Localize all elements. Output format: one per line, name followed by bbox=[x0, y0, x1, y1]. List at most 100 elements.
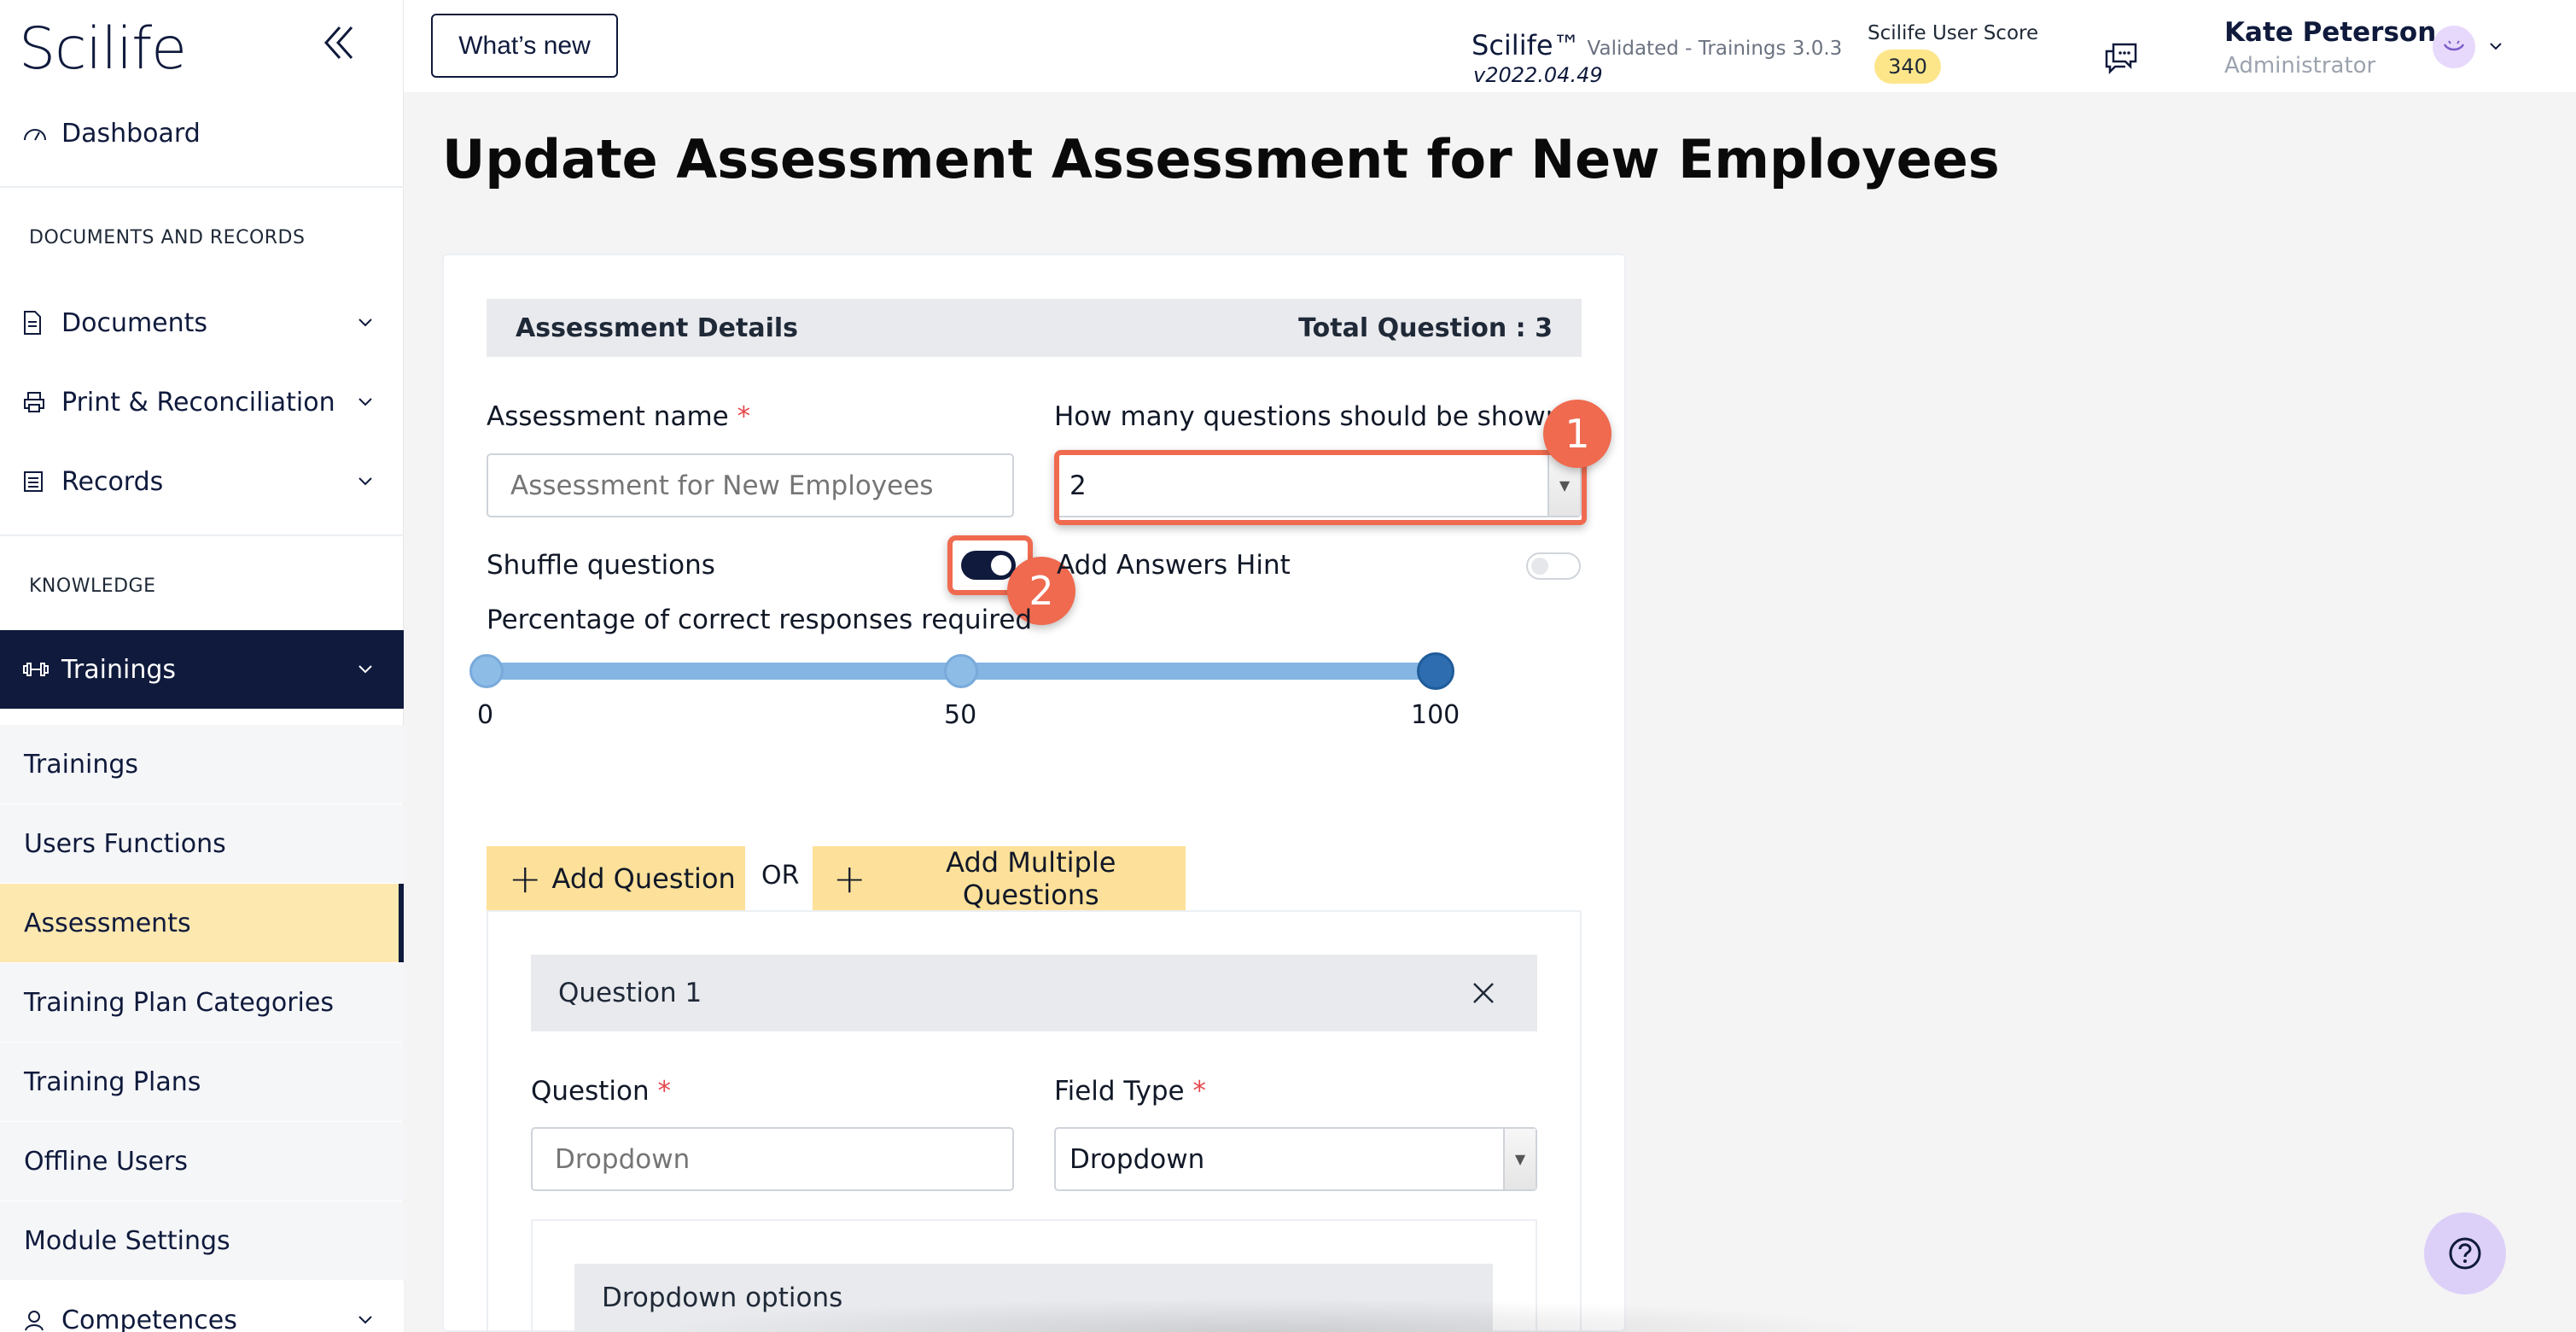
divider bbox=[0, 535, 404, 536]
section-label-documents: DOCUMENTS AND RECORDS bbox=[29, 227, 306, 248]
question-title: Question 1 bbox=[558, 978, 702, 1008]
section-label-knowledge: KNOWLEDGE bbox=[29, 575, 156, 597]
shuffle-questions-toggle[interactable] bbox=[961, 551, 1016, 580]
sidebar-item-documents[interactable]: Documents bbox=[0, 283, 404, 362]
annotation-marker-1: 1 bbox=[1543, 400, 1611, 468]
slider-tick-label: 100 bbox=[1411, 700, 1460, 730]
plus-icon: + bbox=[509, 855, 542, 902]
scroll-shadow bbox=[649, 1298, 1886, 1332]
add-answers-hint-toggle[interactable] bbox=[1526, 552, 1581, 580]
help-button[interactable] bbox=[2424, 1212, 2506, 1294]
gauge-icon bbox=[22, 123, 55, 143]
sidebar-subitem-training-plans[interactable]: Training Plans bbox=[0, 1043, 404, 1121]
printer-icon bbox=[22, 390, 55, 414]
sidebar-item-label: Competences bbox=[61, 1305, 237, 1332]
button-label: Add Multiple Questions bbox=[946, 845, 1116, 911]
chevron-down-icon[interactable] bbox=[2487, 38, 2504, 55]
total-question-count: Total Question : 3 bbox=[1298, 313, 1553, 343]
sidebar-subitem-offline-users[interactable]: Offline Users bbox=[0, 1122, 404, 1201]
question-header: Question 1 bbox=[531, 955, 1537, 1031]
sidebar-item-dashboard[interactable]: Dashboard bbox=[0, 94, 404, 172]
label-text: Assessment name bbox=[487, 401, 729, 432]
sidebar-item-label: Records bbox=[61, 466, 164, 497]
section-title: Assessment Details bbox=[516, 313, 798, 343]
chevron-down-icon bbox=[358, 477, 372, 486]
toggle-knob bbox=[1531, 558, 1548, 575]
chevron-down-icon bbox=[358, 1316, 372, 1324]
score-label: Scilife User Score bbox=[1868, 22, 2039, 44]
required-asterisk: * bbox=[737, 401, 751, 432]
version-number: v2022.04.49 bbox=[1473, 63, 1603, 87]
add-answers-hint-label: Add Answers Hint bbox=[1057, 550, 1291, 581]
app-logo[interactable]: Scilife bbox=[19, 15, 187, 83]
chevron-down-icon bbox=[358, 398, 372, 406]
version-info: Scilife™ Validated - Trainings 3.0.3 v202… bbox=[1472, 29, 1843, 87]
user-menu[interactable]: Kate Peterson Administrator bbox=[2224, 17, 2436, 79]
label-text: How many questions should be shown bbox=[1054, 401, 1563, 432]
sidebar-subitem-module-settings[interactable]: Module Settings bbox=[0, 1201, 404, 1280]
annotation-highlight-1 bbox=[1054, 450, 1587, 525]
sidebar: Scilife Dashboard DOCUMENTS AND RECORDS … bbox=[0, 0, 404, 1332]
sidebar-subitem-users-functions[interactable]: Users Functions bbox=[0, 804, 404, 883]
shuffle-questions-label: Shuffle questions bbox=[487, 550, 715, 581]
score-badge: 340 bbox=[1874, 50, 1941, 84]
page-title: Update Assessment Assessment for New Emp… bbox=[442, 128, 2000, 190]
sidebar-subitem-trainings[interactable]: Trainings bbox=[0, 725, 404, 803]
selected-value: Dropdown bbox=[1069, 1143, 1205, 1175]
question-input[interactable] bbox=[531, 1127, 1014, 1191]
sidebar-item-label: Print & Reconciliation bbox=[61, 387, 335, 418]
sidebar-item-competences[interactable]: Competences bbox=[0, 1281, 404, 1332]
sidebar-item-print-reconciliation[interactable]: Print & Reconciliation bbox=[0, 363, 404, 441]
assessment-name-label: Assessment name * bbox=[487, 401, 750, 432]
chat-icon[interactable] bbox=[2101, 39, 2141, 77]
avatar[interactable] bbox=[2433, 26, 2475, 68]
dropdown-arrow-icon[interactable]: ▼ bbox=[1503, 1129, 1536, 1189]
label-text: Field Type bbox=[1054, 1076, 1185, 1107]
required-asterisk: * bbox=[657, 1076, 672, 1107]
sidebar-item-label: Dashboard bbox=[61, 118, 201, 149]
question-count-label: How many questions should be shown * bbox=[1054, 401, 1584, 432]
question-mark-icon bbox=[2449, 1237, 2481, 1270]
sidebar-subitem-training-plan-categories[interactable]: Training Plan Categories bbox=[0, 963, 404, 1042]
required-asterisk: * bbox=[1192, 1076, 1206, 1107]
avatar-face-icon bbox=[2443, 40, 2465, 51]
sidebar-item-records[interactable]: Records bbox=[0, 442, 404, 521]
slider-tick-label: 50 bbox=[944, 700, 977, 730]
sidebar-item-trainings-group[interactable]: Trainings bbox=[0, 630, 404, 709]
chevron-down-icon bbox=[358, 665, 372, 674]
user-role: Administrator bbox=[2224, 53, 2376, 79]
records-icon bbox=[22, 470, 55, 494]
sidebar-item-label: Documents bbox=[61, 307, 208, 338]
button-label: Add Question bbox=[551, 862, 736, 895]
brand-name: Scilife™ bbox=[1472, 29, 1581, 61]
validated-label: Validated - Trainings 3.0.3 bbox=[1587, 38, 1843, 60]
sidebar-subitem-assessments[interactable]: Assessments bbox=[0, 884, 404, 962]
toggle-knob bbox=[991, 555, 1011, 575]
field-type-select[interactable]: Dropdown ▼ bbox=[1054, 1127, 1537, 1191]
percentage-label: Percentage of correct responses required bbox=[487, 605, 1033, 635]
user-score: Scilife User Score 340 bbox=[1868, 22, 2039, 84]
percentage-slider-handle[interactable] bbox=[1417, 652, 1454, 690]
document-icon bbox=[22, 310, 55, 336]
competences-icon bbox=[22, 1308, 55, 1332]
assessment-details-header: Assessment Details Total Question : 3 bbox=[487, 299, 1582, 357]
dumbbell-icon bbox=[22, 661, 55, 678]
or-separator: OR bbox=[761, 861, 800, 891]
collapse-sidebar-icon[interactable] bbox=[316, 19, 364, 67]
slider-step-dot[interactable] bbox=[944, 654, 978, 688]
label-text: Question bbox=[531, 1076, 650, 1107]
slider-step-dot[interactable] bbox=[469, 654, 504, 688]
question-label: Question * bbox=[531, 1076, 671, 1107]
sidebar-item-label: Trainings bbox=[61, 654, 177, 685]
add-question-button[interactable]: + Add Question bbox=[487, 846, 745, 910]
plus-icon: + bbox=[833, 855, 866, 902]
divider bbox=[0, 186, 404, 188]
chevron-down-icon bbox=[358, 318, 372, 327]
whats-new-button[interactable]: What’s new bbox=[431, 14, 618, 78]
close-icon[interactable] bbox=[1471, 980, 1496, 1006]
assessment-name-input[interactable] bbox=[487, 453, 1014, 517]
slider-tick-label: 0 bbox=[477, 700, 494, 730]
user-name: Kate Peterson bbox=[2224, 17, 2437, 48]
add-multiple-questions-button[interactable]: + Add Multiple Questions bbox=[813, 845, 1186, 911]
field-type-label: Field Type * bbox=[1054, 1076, 1206, 1107]
